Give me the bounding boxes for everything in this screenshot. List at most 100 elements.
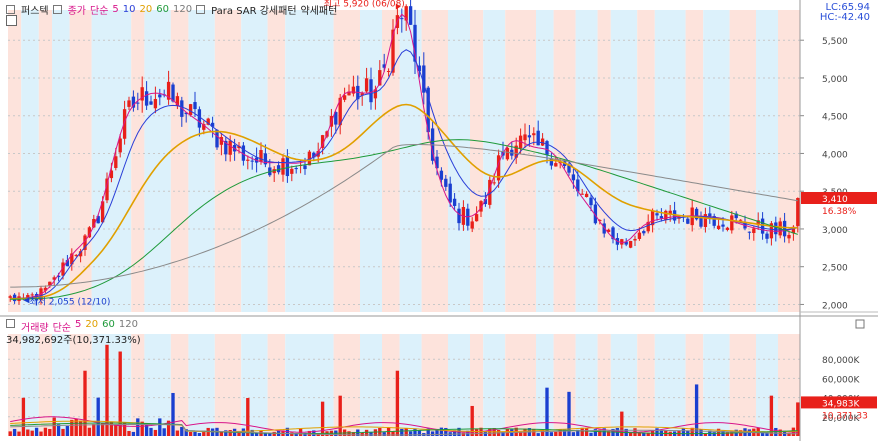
candle-body [796,197,800,226]
checkbox-icon[interactable] [6,4,15,14]
candle-body [637,232,642,239]
volume-bar [136,418,140,436]
candle-body [364,78,369,92]
candle-body [290,168,294,174]
volume-bar [180,426,184,436]
volume-bar [589,432,593,436]
volume-bar [153,429,158,436]
candle-body [250,160,254,162]
volume-bar [395,370,400,436]
price-tick-label: 5,000 [822,75,848,85]
sar-band-volume-bull [685,334,704,436]
candle-body [8,296,12,298]
volume-bar [114,424,118,436]
volume-panel-handle [855,319,865,329]
candle-body [505,147,510,160]
volume-bar [580,427,584,436]
price-tick-label: 4,000 [822,150,848,160]
candle-body [408,6,413,25]
volume-bar [61,428,65,436]
volume-tick-label: 80,000K [822,356,860,366]
volume-bar [83,370,87,436]
sar-band-volume-bear [360,334,382,436]
ma120-label: 120 [173,3,193,15]
sar-band-volume-bull [267,334,286,436]
sar-bull-label: Para SAR 강세패턴 [211,5,297,17]
sar-band-bull [38,10,52,312]
checkbox-icon[interactable] [196,4,206,14]
volume-bar [694,384,699,436]
volume-bar [290,432,294,436]
candle-body [303,165,307,170]
candle-body [747,231,752,233]
stock-name: 퍼스텍 [21,5,49,17]
checkbox-icon[interactable] [52,4,62,14]
volume-tick-label: 60,000K [822,375,860,385]
sar-band-bear [188,10,215,312]
volume-bar [549,432,554,436]
volume-bar [149,427,153,436]
sar-band-volume-bull [637,334,655,436]
sar-band-volume-bear [610,334,638,436]
volume-bar [338,395,342,436]
ma-method-label: 단순 [90,5,109,17]
sar-band-volume-bear [448,334,470,436]
candle-body [127,100,131,107]
candle-body [633,238,637,241]
candle-body [439,170,444,180]
volume-bar [52,417,56,436]
chart-svg[interactable]: 5,5005,0004,5004,0003,5003,0002,5002,000… [0,0,878,441]
sar-band-volume-bear [399,334,422,436]
volume-bar [30,430,34,436]
stock-chart[interactable]: 5,5005,0004,5004,0003,5003,0002,5002,000… [0,0,878,441]
panel-toggle-button[interactable] [6,15,17,26]
sar-band-volume-bear [654,334,686,436]
checkbox-icon[interactable] [6,319,15,328]
candle-body [659,216,664,219]
candle-body [628,240,633,248]
volume-bar [474,429,479,436]
sar-band-volume-bull [214,334,242,436]
volume-bar [39,431,43,436]
volume-bar [87,427,92,436]
volume-bar [699,429,703,436]
volume-bar [228,430,232,436]
candle-body [246,159,250,161]
volume-bar [26,429,30,436]
candle-body [655,213,659,216]
hc-readout: HC:-42.40 [819,12,870,23]
volume-bar [188,431,193,436]
sar-band-volume-bull [553,334,576,436]
volume-summary: 34,982,692주(10,371.33%) [6,335,141,346]
candle-body [281,158,285,175]
sar-band-volume-bull [597,334,611,436]
candle-body [285,156,290,177]
candle-body [276,165,281,173]
candle-body [30,294,34,296]
price-panel-header: 퍼스텍 종가 단순 5 10 20 60 120 Para SAR 강세패턴 약… [6,2,337,17]
ma20-label: 20 [139,3,153,15]
candle-body [259,150,263,162]
volume-bar [43,427,48,436]
candle-body [294,168,298,170]
volume-bar [536,433,540,436]
candle-body [527,135,532,138]
candle-body [444,178,448,187]
volume-bar [554,431,558,436]
sar-band-bear [703,10,730,312]
candle-body [760,218,765,234]
candle-body [171,84,175,102]
candle-body [492,182,496,184]
candle-body [144,91,149,106]
candle-body [452,198,457,206]
volume-bar [56,424,61,436]
volume-bar [655,428,659,436]
candle-body [765,233,769,239]
candle-body [782,220,787,237]
candle-body [369,79,373,103]
candle-body [215,129,219,148]
sar-band-volume-bear [483,334,506,436]
candle-body [136,102,140,104]
sar-band-volume-bull [38,334,52,436]
candle-body [787,234,791,239]
